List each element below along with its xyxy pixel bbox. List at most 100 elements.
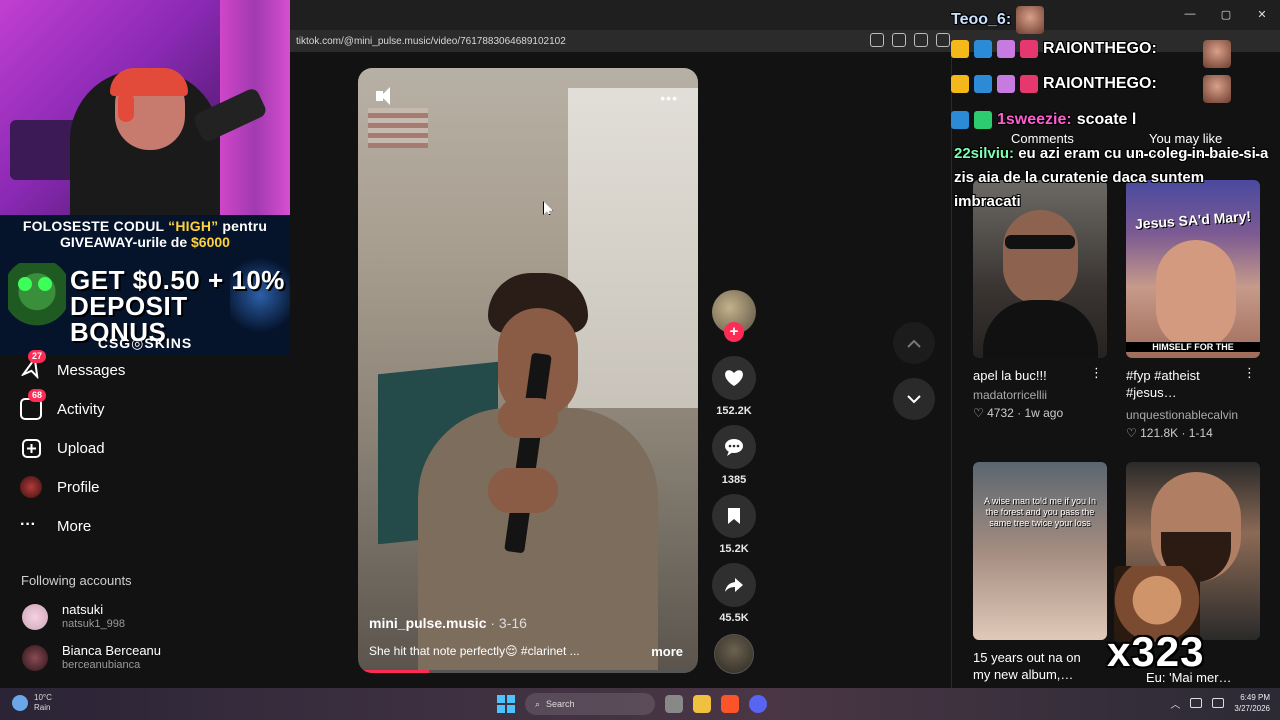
window-controls: — ▢ ✕ bbox=[1172, 0, 1280, 28]
video-username[interactable]: mini_pulse.music bbox=[369, 615, 486, 631]
video-progress-fill bbox=[358, 670, 430, 673]
sidebar-item-label: Messages bbox=[57, 361, 126, 379]
network-icon[interactable] bbox=[1190, 698, 1203, 708]
promo-headline: GET $0.50 + 10% DEPOSIT BONUS bbox=[70, 267, 290, 345]
tab-you-may-like[interactable]: You may like bbox=[1149, 131, 1222, 146]
address-bar-icons bbox=[870, 33, 950, 47]
tab-comments[interactable]: Comments bbox=[1011, 131, 1074, 146]
left-sidebar: 27 Messages 68 Activity Upload Profile ·… bbox=[0, 350, 290, 688]
cast-icon[interactable] bbox=[892, 33, 906, 47]
system-tray: ︿ 6:49 PM 3/27/2026 bbox=[1170, 692, 1270, 714]
save-action[interactable]: 15.2K bbox=[711, 494, 757, 555]
plus-square-icon bbox=[22, 438, 41, 458]
card-likes: ♡ 121.8K · 1-14 bbox=[1126, 426, 1213, 440]
share-count: 45.5K bbox=[719, 612, 749, 624]
card-title[interactable]: apel la buc!!! bbox=[973, 367, 1098, 384]
like-action[interactable]: 152.2K bbox=[711, 356, 757, 417]
promo-line-1: FOLOSESTE CODUL “HIGH” pentru bbox=[0, 218, 290, 234]
mascot-eyes-icon bbox=[18, 277, 58, 291]
video-player[interactable]: ••• mini_pulse.music · 3-16 She hit that… bbox=[358, 68, 698, 673]
previous-video-button[interactable] bbox=[893, 322, 935, 364]
sidebar-item-label: Profile bbox=[57, 478, 100, 496]
windows-start-icon[interactable] bbox=[497, 695, 515, 713]
mascot-icon bbox=[8, 263, 66, 345]
video-caption: She hit that note perfectly😌 #clarinet .… bbox=[369, 644, 580, 658]
thumbnail-bottom-text: HIMSELF FOR THE bbox=[1126, 342, 1260, 352]
task-view-icon[interactable] bbox=[665, 695, 683, 713]
promo-headline-1: GET $0.50 + 10% bbox=[70, 265, 285, 295]
video-thumbnail[interactable]: A wise man told me if you In the forest … bbox=[973, 462, 1107, 640]
following-account-bianca[interactable]: Bianca Berceanu berceanubianca bbox=[22, 643, 282, 677]
player-hand bbox=[498, 398, 558, 438]
heart-icon[interactable] bbox=[712, 356, 756, 400]
messages-badge: 27 bbox=[28, 350, 47, 363]
save-count: 15.2K bbox=[719, 543, 749, 555]
sound-icon[interactable] bbox=[376, 86, 398, 106]
search-icon: ⌕ bbox=[535, 698, 541, 709]
promo-brand: CSG◎SKINS bbox=[97, 335, 193, 351]
card-options-icon[interactable]: ⋮ bbox=[1243, 365, 1256, 381]
share-arrow-icon[interactable] bbox=[712, 563, 756, 607]
discord-icon[interactable] bbox=[749, 695, 767, 713]
no-tracking-icon[interactable] bbox=[870, 33, 884, 47]
weather-temp: 10°C bbox=[34, 693, 52, 702]
music-disc-avatar[interactable] bbox=[714, 634, 754, 674]
zoom-icon[interactable] bbox=[914, 33, 928, 47]
promo-banner: FOLOSESTE CODUL “HIGH” pentru GIVEAWAY-u… bbox=[0, 215, 290, 355]
url-text[interactable]: tiktok.com/@mini_pulse.music/video/76178… bbox=[296, 36, 566, 47]
comment-action[interactable]: 1385 bbox=[711, 425, 757, 486]
video-progress-bar[interactable] bbox=[358, 670, 698, 673]
account-name: natsuki bbox=[62, 602, 104, 617]
video-date: · 3-16 bbox=[486, 615, 527, 631]
share-action[interactable]: 45.5K bbox=[711, 563, 757, 624]
card-author[interactable]: unquestionablecalvin bbox=[1126, 408, 1238, 422]
video-thumbnail[interactable]: Jesus SA'd Mary! HIMSELF FOR THE bbox=[1126, 180, 1260, 358]
card-likes: ♡ 4732 · 1w ago bbox=[973, 406, 1064, 420]
address-bar[interactable]: tiktok.com/@mini_pulse.music/video/76178… bbox=[290, 30, 1280, 52]
weather-text: 10°C Rain bbox=[34, 693, 52, 713]
video-thumbnail[interactable] bbox=[973, 180, 1107, 358]
weather-condition: Rain bbox=[34, 703, 51, 712]
browser-tabstrip: — ▢ ✕ bbox=[290, 0, 1280, 30]
emote-multiplier: x323 bbox=[1107, 628, 1205, 675]
sunglasses-icon bbox=[1005, 235, 1075, 249]
file-explorer-icon[interactable] bbox=[693, 695, 711, 713]
card-title[interactable]: 15 years out na on my new album,… bbox=[973, 649, 1098, 683]
promo-line-2: GIVEAWAY-urile de $6000 bbox=[0, 234, 290, 250]
thumbnail-overlay-text: A wise man told me if you In the forest … bbox=[983, 496, 1097, 528]
brave-browser-icon[interactable] bbox=[721, 695, 739, 713]
screen: — ▢ ✕ tiktok.com/@mini_pulse.music/video… bbox=[0, 0, 1280, 720]
tray-chevron-icon[interactable]: ︿ bbox=[1170, 696, 1180, 711]
thumbnail-body bbox=[983, 300, 1098, 358]
comment-icon[interactable] bbox=[712, 425, 756, 469]
following-account-natsuki[interactable]: natsuki natsuk1_998 bbox=[22, 602, 282, 636]
avatar bbox=[22, 604, 48, 630]
volume-icon[interactable] bbox=[1212, 698, 1225, 708]
thumbnail-face bbox=[1156, 240, 1236, 350]
maximize-button[interactable]: ▢ bbox=[1208, 0, 1244, 28]
thumbnail-overlay-text: Jesus SA'd Mary! bbox=[1134, 207, 1252, 233]
weather-widget[interactable]: 10°C Rain bbox=[12, 693, 52, 713]
card-author[interactable]: madatorricellii bbox=[973, 388, 1047, 402]
profile-avatar-icon bbox=[20, 476, 42, 498]
next-video-button[interactable] bbox=[893, 378, 935, 420]
card-title[interactable]: #fyp #atheist #jesus… bbox=[1126, 367, 1251, 401]
taskbar-search[interactable]: ⌕ Search bbox=[525, 693, 655, 715]
active-tab-indicator bbox=[1126, 154, 1260, 156]
close-window-button[interactable]: ✕ bbox=[1244, 0, 1280, 28]
video-author[interactable]: mini_pulse.music · 3-16 bbox=[369, 615, 527, 631]
caption-more-button[interactable]: more bbox=[651, 644, 683, 659]
bookmark-icon[interactable] bbox=[712, 494, 756, 538]
video-more-options-icon[interactable]: ••• bbox=[660, 90, 678, 106]
rain-cloud-icon bbox=[12, 695, 28, 711]
account-handle: natsuk1_998 bbox=[62, 618, 125, 630]
clock[interactable]: 6:49 PM 3/27/2026 bbox=[1234, 692, 1270, 714]
search-placeholder: Search bbox=[546, 699, 575, 709]
follow-plus-button[interactable]: + bbox=[724, 322, 744, 342]
share-icon[interactable] bbox=[936, 33, 950, 47]
promo-line1-prefix: FOLOSESTE CODUL bbox=[22, 218, 169, 234]
activity-badge: 68 bbox=[28, 389, 47, 402]
account-name: Bianca Berceanu bbox=[62, 643, 162, 658]
card-options-icon[interactable]: ⋮ bbox=[1090, 365, 1103, 381]
minimize-button[interactable]: — bbox=[1172, 0, 1208, 28]
